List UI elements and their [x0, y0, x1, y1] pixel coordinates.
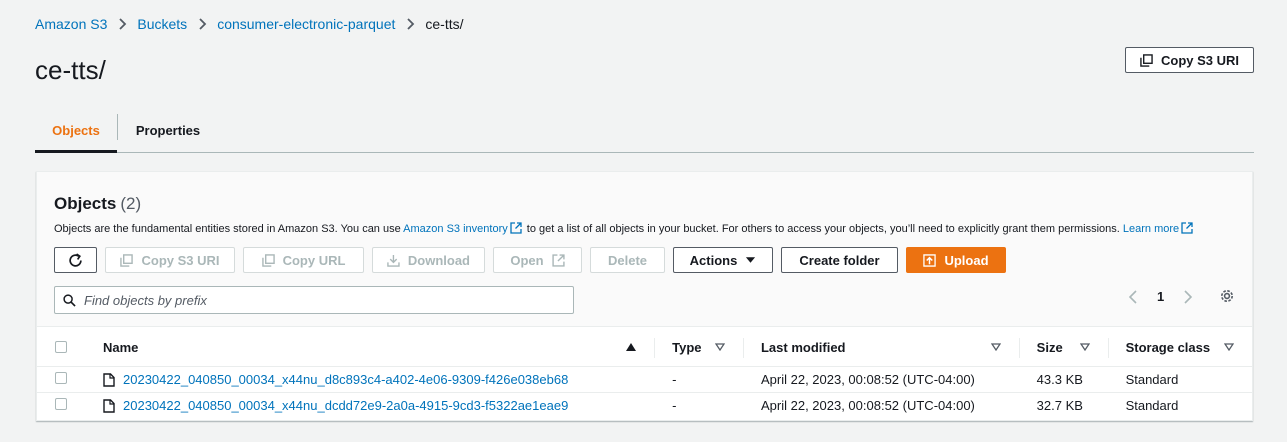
external-link-icon — [1181, 222, 1193, 234]
refresh-icon — [69, 252, 82, 267]
table-row[interactable]: 20230422_040850_00034_x44nu_dcdd72e9-2a0… — [37, 392, 1252, 419]
page-title: ce-tts/ — [35, 55, 106, 85]
column-type-label: Type — [672, 339, 702, 355]
pagination: 1 — [1127, 289, 1194, 304]
upload-label: Upload — [944, 252, 989, 268]
objects-title-text: Objects — [54, 194, 117, 213]
objects-description: Objects are the fundamental entities sto… — [54, 222, 1195, 235]
objects-panel-header: Objects (2) Objects are the fundamental e… — [37, 172, 1252, 327]
objects-toolbar: Copy S3 URI Copy URL Download Open Delet… — [54, 247, 1006, 273]
last-modified-cell: April 22, 2023, 00:08:52 (UTC-04:00) — [742, 366, 1019, 393]
actions-label: Actions — [689, 252, 738, 268]
caret-down-icon — [746, 257, 756, 263]
breadcrumb-bucket[interactable]: consumer-electronic-parquet — [217, 16, 395, 32]
column-header-size[interactable]: Size — [1018, 328, 1108, 367]
external-link-icon — [551, 253, 565, 267]
column-header-name[interactable]: Name — [85, 328, 654, 367]
delete-label: Delete — [607, 252, 648, 268]
storage-class-cell: Standard — [1107, 366, 1252, 393]
search-box — [54, 286, 574, 314]
column-header-last-modified[interactable]: Last modified — [742, 328, 1019, 367]
external-link-icon — [510, 222, 522, 234]
sort-icon — [1224, 343, 1234, 351]
column-last-modified-label: Last modified — [760, 339, 846, 355]
type-cell: - — [654, 392, 743, 419]
copy-url-button[interactable]: Copy URL — [243, 247, 364, 273]
objects-table: Name Type Last modified Size Storage cla… — [37, 328, 1252, 419]
download-button[interactable]: Download — [372, 247, 485, 273]
size-cell: 32.7 KB — [1018, 392, 1108, 419]
copy-s3-uri-toolbar-button[interactable]: Copy S3 URI — [105, 247, 235, 273]
breadcrumb-amazon-s3[interactable]: Amazon S3 — [35, 16, 107, 32]
gear-icon[interactable] — [1219, 288, 1235, 304]
current-page-number[interactable]: 1 — [1157, 289, 1164, 304]
upload-button[interactable]: Upload — [906, 247, 1006, 273]
storage-class-cell: Standard — [1107, 392, 1252, 419]
chevron-right-icon — [405, 16, 415, 32]
objects-panel-title: Objects (2) — [54, 194, 141, 214]
file-icon — [103, 399, 115, 413]
chevron-left-icon[interactable] — [1127, 289, 1139, 304]
name-cell: 20230422_040850_00034_x44nu_d8c893c4-a40… — [85, 366, 655, 393]
copy-s3-uri-toolbar-label: Copy S3 URI — [141, 252, 220, 268]
create-folder-label: Create folder — [799, 252, 880, 268]
refresh-button[interactable] — [54, 247, 97, 273]
download-icon — [387, 254, 400, 267]
download-label: Download — [407, 252, 470, 268]
open-label: Open — [510, 252, 544, 268]
table-header-row: Name Type Last modified Size Storage cla… — [37, 328, 1252, 367]
row-checkbox[interactable] — [55, 372, 67, 384]
breadcrumb-current: ce-tts/ — [425, 16, 464, 32]
breadcrumb-buckets[interactable]: Buckets — [137, 16, 187, 32]
name-cell: 20230422_040850_00034_x44nu_dcdd72e9-2a0… — [85, 392, 655, 419]
copy-icon — [1140, 53, 1153, 67]
size-cell: 43.3 KB — [1018, 366, 1108, 393]
row-select-cell — [37, 366, 85, 393]
column-name-label: Name — [103, 339, 139, 355]
tab-objects[interactable]: Objects — [35, 108, 117, 153]
sort-icon — [714, 343, 725, 351]
column-header-type[interactable]: Type — [654, 328, 743, 367]
column-storage-class-label: Storage class — [1125, 339, 1211, 355]
table-row[interactable]: 20230422_040850_00034_x44nu_d8c893c4-a40… — [37, 366, 1252, 393]
copy-icon — [120, 253, 134, 267]
open-button[interactable]: Open — [493, 247, 582, 273]
create-folder-button[interactable]: Create folder — [781, 247, 898, 273]
file-icon — [103, 372, 115, 387]
learn-more-link[interactable]: Learn more — [1123, 223, 1179, 235]
object-name-link[interactable]: 20230422_040850_00034_x44nu_dcdd72e9-2a0… — [123, 398, 568, 413]
last-modified-cell: April 22, 2023, 00:08:52 (UTC-04:00) — [742, 392, 1019, 419]
copy-url-label: Copy URL — [282, 252, 346, 268]
object-name-link[interactable]: 20230422_040850_00034_x44nu_d8c893c4-a40… — [123, 372, 568, 387]
description-text-2: to get a list of all objects in your buc… — [523, 223, 1123, 235]
sort-icon — [990, 343, 1001, 351]
upload-icon — [923, 253, 937, 267]
row-select-cell — [37, 392, 85, 419]
sort-ascending-icon — [626, 343, 637, 351]
column-header-storage-class[interactable]: Storage class — [1107, 328, 1252, 367]
select-all-header — [37, 328, 85, 367]
delete-button[interactable]: Delete — [590, 247, 665, 273]
objects-count: (2) — [120, 194, 142, 213]
search-icon — [63, 293, 76, 307]
tab-properties[interactable]: Properties — [118, 108, 218, 152]
type-cell: - — [654, 366, 743, 393]
actions-dropdown[interactable]: Actions — [673, 247, 773, 273]
row-checkbox[interactable] — [55, 398, 67, 411]
objects-panel: Objects (2) Objects are the fundamental e… — [36, 171, 1253, 421]
select-all-checkbox[interactable] — [55, 341, 67, 353]
copy-s3-uri-label: Copy S3 URI — [1160, 52, 1239, 68]
chevron-right-icon — [117, 16, 127, 32]
column-size-label: Size — [1036, 339, 1063, 355]
chevron-right-icon — [197, 16, 207, 32]
copy-icon — [261, 253, 275, 267]
sort-icon — [1079, 343, 1090, 351]
copy-s3-uri-button[interactable]: Copy S3 URI — [1125, 47, 1254, 73]
tab-bar: Objects Properties — [35, 108, 1254, 153]
search-input[interactable] — [84, 292, 564, 308]
chevron-right-icon[interactable] — [1182, 289, 1194, 304]
breadcrumb: Amazon S3 Buckets consumer-electronic-pa… — [35, 16, 464, 32]
s3-inventory-link[interactable]: Amazon S3 inventory — [403, 223, 508, 235]
description-text-1: Objects are the fundamental entities sto… — [54, 223, 404, 235]
